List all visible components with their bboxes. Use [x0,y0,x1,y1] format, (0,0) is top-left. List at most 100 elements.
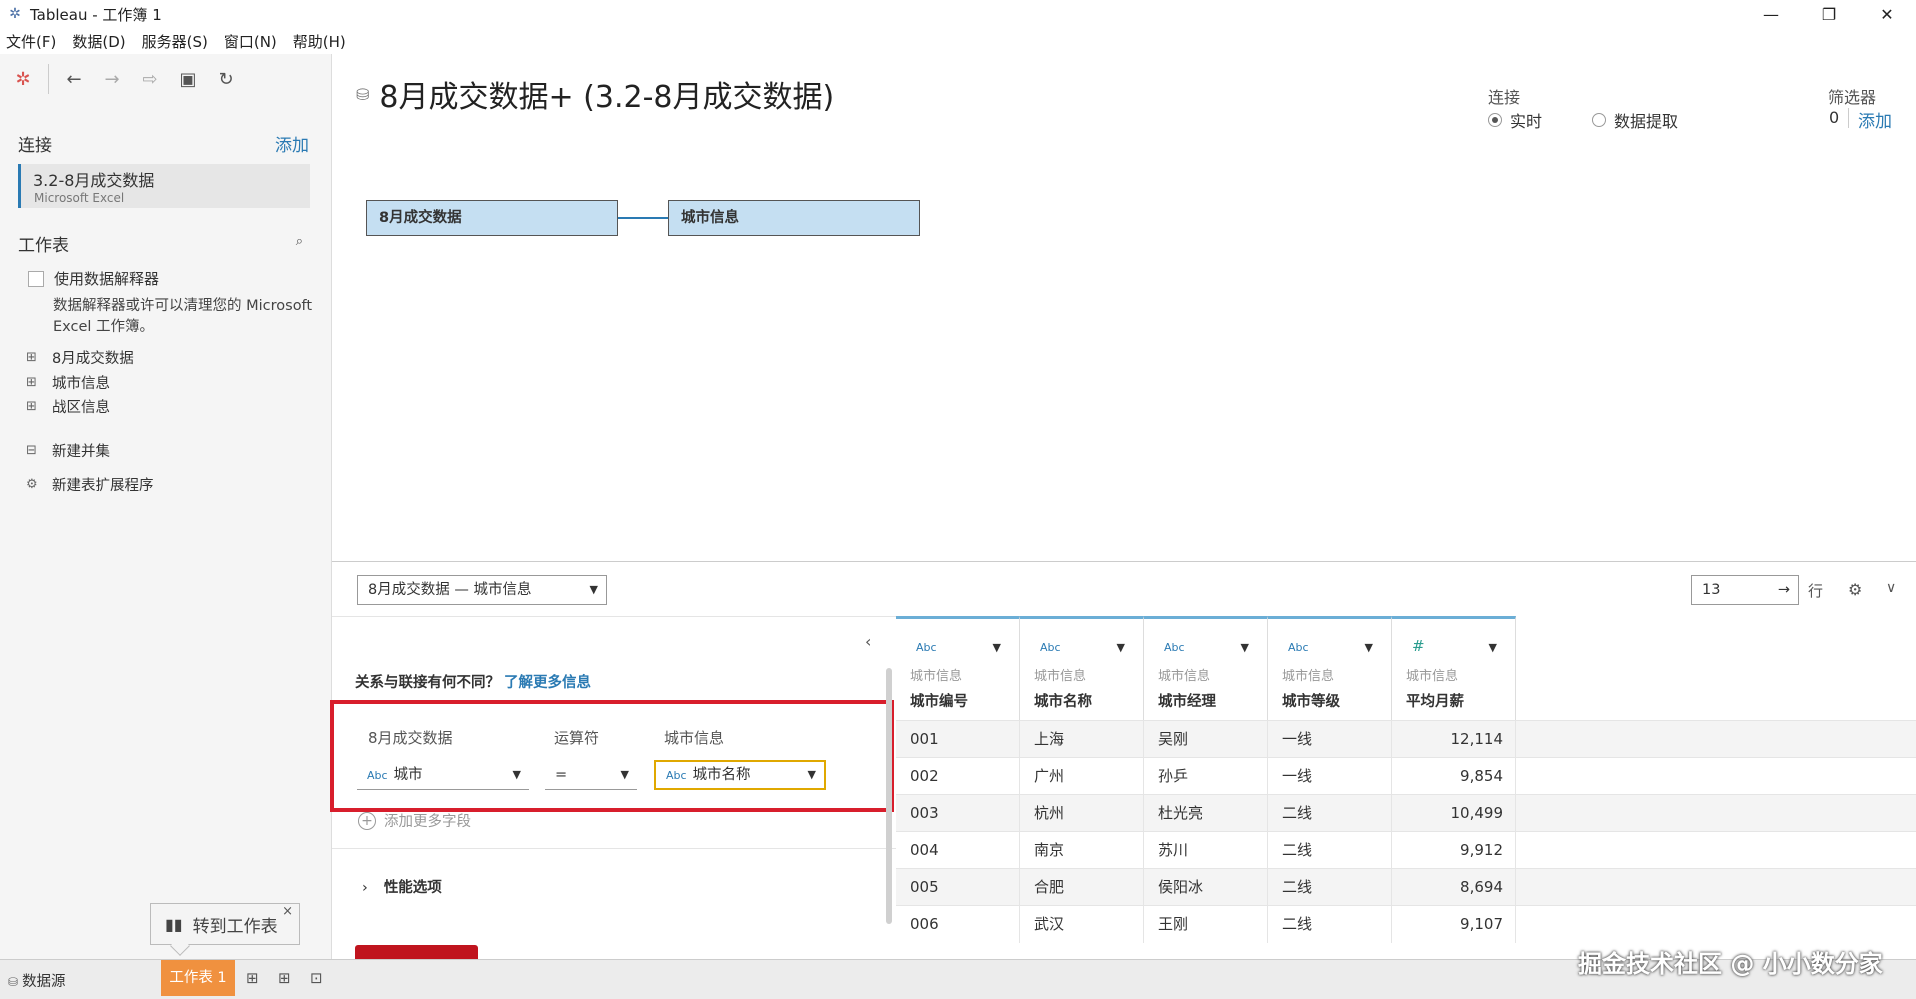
sheet-item-label: 8月成交数据 [52,351,134,367]
rows-count-value: 13 [1702,582,1721,598]
column-header[interactable]: Abc ▼ 城市信息 城市名称 [1020,616,1144,720]
tab-sheet-1[interactable]: 工作表 1 [161,960,235,996]
refresh-icon[interactable]: ↻ [211,64,241,94]
sheet-item-8yue[interactable]: ⊞ 8月成交数据 [26,347,134,368]
add-connection-link[interactable]: 添加 [275,131,309,156]
left-table-label: 8月成交数据 [368,729,453,747]
toolbar-separator [48,64,49,94]
menu-file[interactable]: 文件(F) [6,31,56,52]
minimize-button[interactable]: — [1742,0,1800,28]
canvas-table-city[interactable]: 城市信息 [668,200,920,236]
connection-item[interactable]: 3.2-8月成交数据 Microsoft Excel [18,164,310,208]
column-header[interactable]: Abc ▼ 城市信息 城市编号 [896,616,1020,720]
rows-count-input[interactable]: 13 → [1691,575,1799,605]
column-menu-icon[interactable]: ▼ [1117,641,1125,654]
performance-options-toggle[interactable]: › 性能选项 [362,876,442,897]
table-cell: 南京 [1020,832,1144,869]
column-menu-icon[interactable]: ▼ [1241,641,1249,654]
maximize-button[interactable]: ❐ [1800,0,1858,28]
collapse-panel-icon[interactable]: ‹ [865,632,871,651]
table-cell: 一线 [1268,721,1392,758]
column-header[interactable]: # ▼ 城市信息 平均月薪 [1392,616,1516,720]
rows-label: 行 [1808,582,1824,600]
close-icon[interactable]: × [282,904,293,919]
dropdown-caret-icon: ▼ [620,768,629,781]
table-row: 003 杭州 杜光亮 二线 10,499 [896,794,1916,832]
menu-help[interactable]: 帮助(H) [293,31,346,52]
watermark-text: 掘金技术社区 @ 小小数分家 [1578,950,1883,978]
string-type-icon[interactable]: Abc [1288,641,1309,654]
menu-server[interactable]: 服务器(S) [142,31,208,52]
table-row: 005 合肥 侯阳冰 二线 8,694 [896,868,1916,906]
connection-type-label: 连接 [1488,88,1521,107]
new-extension-item[interactable]: ⚙ 新建表扩展程序 [26,474,154,495]
apply-arrow-icon[interactable]: → [1778,576,1790,604]
table-cell: 9,107 [1392,906,1516,943]
table-cell: 10,499 [1392,795,1516,832]
sheet-item-zone[interactable]: ⊞ 战区信息 [26,396,110,417]
table-cell: 合肥 [1020,869,1144,906]
tab-datasource[interactable]: ⛁ 数据源 [8,970,66,991]
undo-icon[interactable]: ← [59,64,89,94]
close-window-button[interactable]: ✕ [1858,0,1916,28]
column-header[interactable]: Abc ▼ 城市信息 城市经理 [1144,616,1268,720]
right-field-select[interactable]: Abc 城市名称 ▼ [654,760,826,790]
table-cell: 广州 [1020,758,1144,795]
replay-icon[interactable]: ⇨ [135,64,165,94]
new-dashboard-icon[interactable]: ⊞ [278,969,291,987]
string-type-icon[interactable]: Abc [916,641,937,654]
table-cell: 001 [896,721,1020,758]
column-name: 平均月薪 [1406,694,1464,710]
remove-relationship-button[interactable] [355,945,478,959]
column-source: 城市信息 [1406,669,1459,684]
canvas-table-8yue[interactable]: 8月成交数据 [366,200,618,236]
redo-icon[interactable]: → [97,64,127,94]
table-cell: 二线 [1268,906,1392,943]
chevron-down-icon[interactable]: ∨ [1886,580,1896,596]
menu-window[interactable]: 窗口(N) [224,31,277,52]
left-field-select[interactable]: Abc 城市 ▼ [357,762,529,790]
sheet-item-city[interactable]: ⊞ 城市信息 [26,372,110,393]
datasource-title[interactable]: 8月成交数据+ (3.2-8月成交数据) [379,72,834,116]
learn-more-link[interactable]: 了解更多信息 [504,675,591,691]
column-header[interactable]: Abc ▼ 城市信息 城市等级 [1268,616,1392,720]
table-row: 006 武汉 王刚 二线 9,107 [896,905,1916,943]
column-menu-icon[interactable]: ▼ [1365,641,1373,654]
table-grid-icon: ⊞ [26,399,37,414]
table-row: 004 南京 苏川 二线 9,912 [896,831,1916,869]
gear-icon[interactable]: ⚙ [1848,580,1862,599]
interpreter-row[interactable]: 使用数据解释器 [28,268,159,289]
add-filter-link[interactable]: 添加 [1858,107,1892,132]
number-type-icon[interactable]: # [1412,637,1425,655]
search-sheets-icon[interactable]: ⌕ [296,234,303,249]
menu-data[interactable]: 数据(D) [72,31,125,52]
live-radio[interactable]: 实时 [1488,108,1542,132]
string-type-icon[interactable]: Abc [1164,641,1185,654]
new-union-item[interactable]: ⊟ 新建并集 [26,440,110,461]
tableau-home-icon[interactable]: ✲ [8,64,38,94]
string-type-icon[interactable]: Abc [1040,641,1061,654]
interpreter-label: 使用数据解释器 [54,270,160,288]
add-more-fields-button[interactable]: + 添加更多字段 [358,810,471,831]
extract-radio[interactable]: 数据提取 [1592,108,1678,132]
new-worksheet-icon[interactable]: ⊞ [246,969,259,987]
interpreter-checkbox[interactable] [28,270,44,287]
table-cell: 002 [896,758,1020,795]
add-more-fields-label: 添加更多字段 [384,814,471,830]
relationship-line[interactable] [618,217,668,219]
operator-select[interactable]: = ▼ [545,762,637,790]
panel-separator [332,848,896,849]
column-source: 城市信息 [910,669,963,684]
column-menu-icon[interactable]: ▼ [993,641,1001,654]
dropdown-caret-icon: ▼ [807,768,816,781]
goto-sheet-tooltip[interactable]: ▮▮ 转到工作表 × [150,903,300,956]
tab-datasource-label: 数据源 [22,974,66,990]
save-icon[interactable]: ▣ [173,64,203,94]
table-cell: 侯阳冰 [1144,869,1268,906]
connection-name: 3.2-8月成交数据 [33,171,155,190]
column-menu-icon[interactable]: ▼ [1489,641,1497,654]
new-story-icon[interactable]: ⊡ [310,969,323,987]
relationship-selector[interactable]: 8月成交数据 — 城市信息 ▼ [357,575,607,605]
panel-scrollbar[interactable] [886,668,892,924]
database-icon[interactable]: ⛁ [356,85,369,104]
